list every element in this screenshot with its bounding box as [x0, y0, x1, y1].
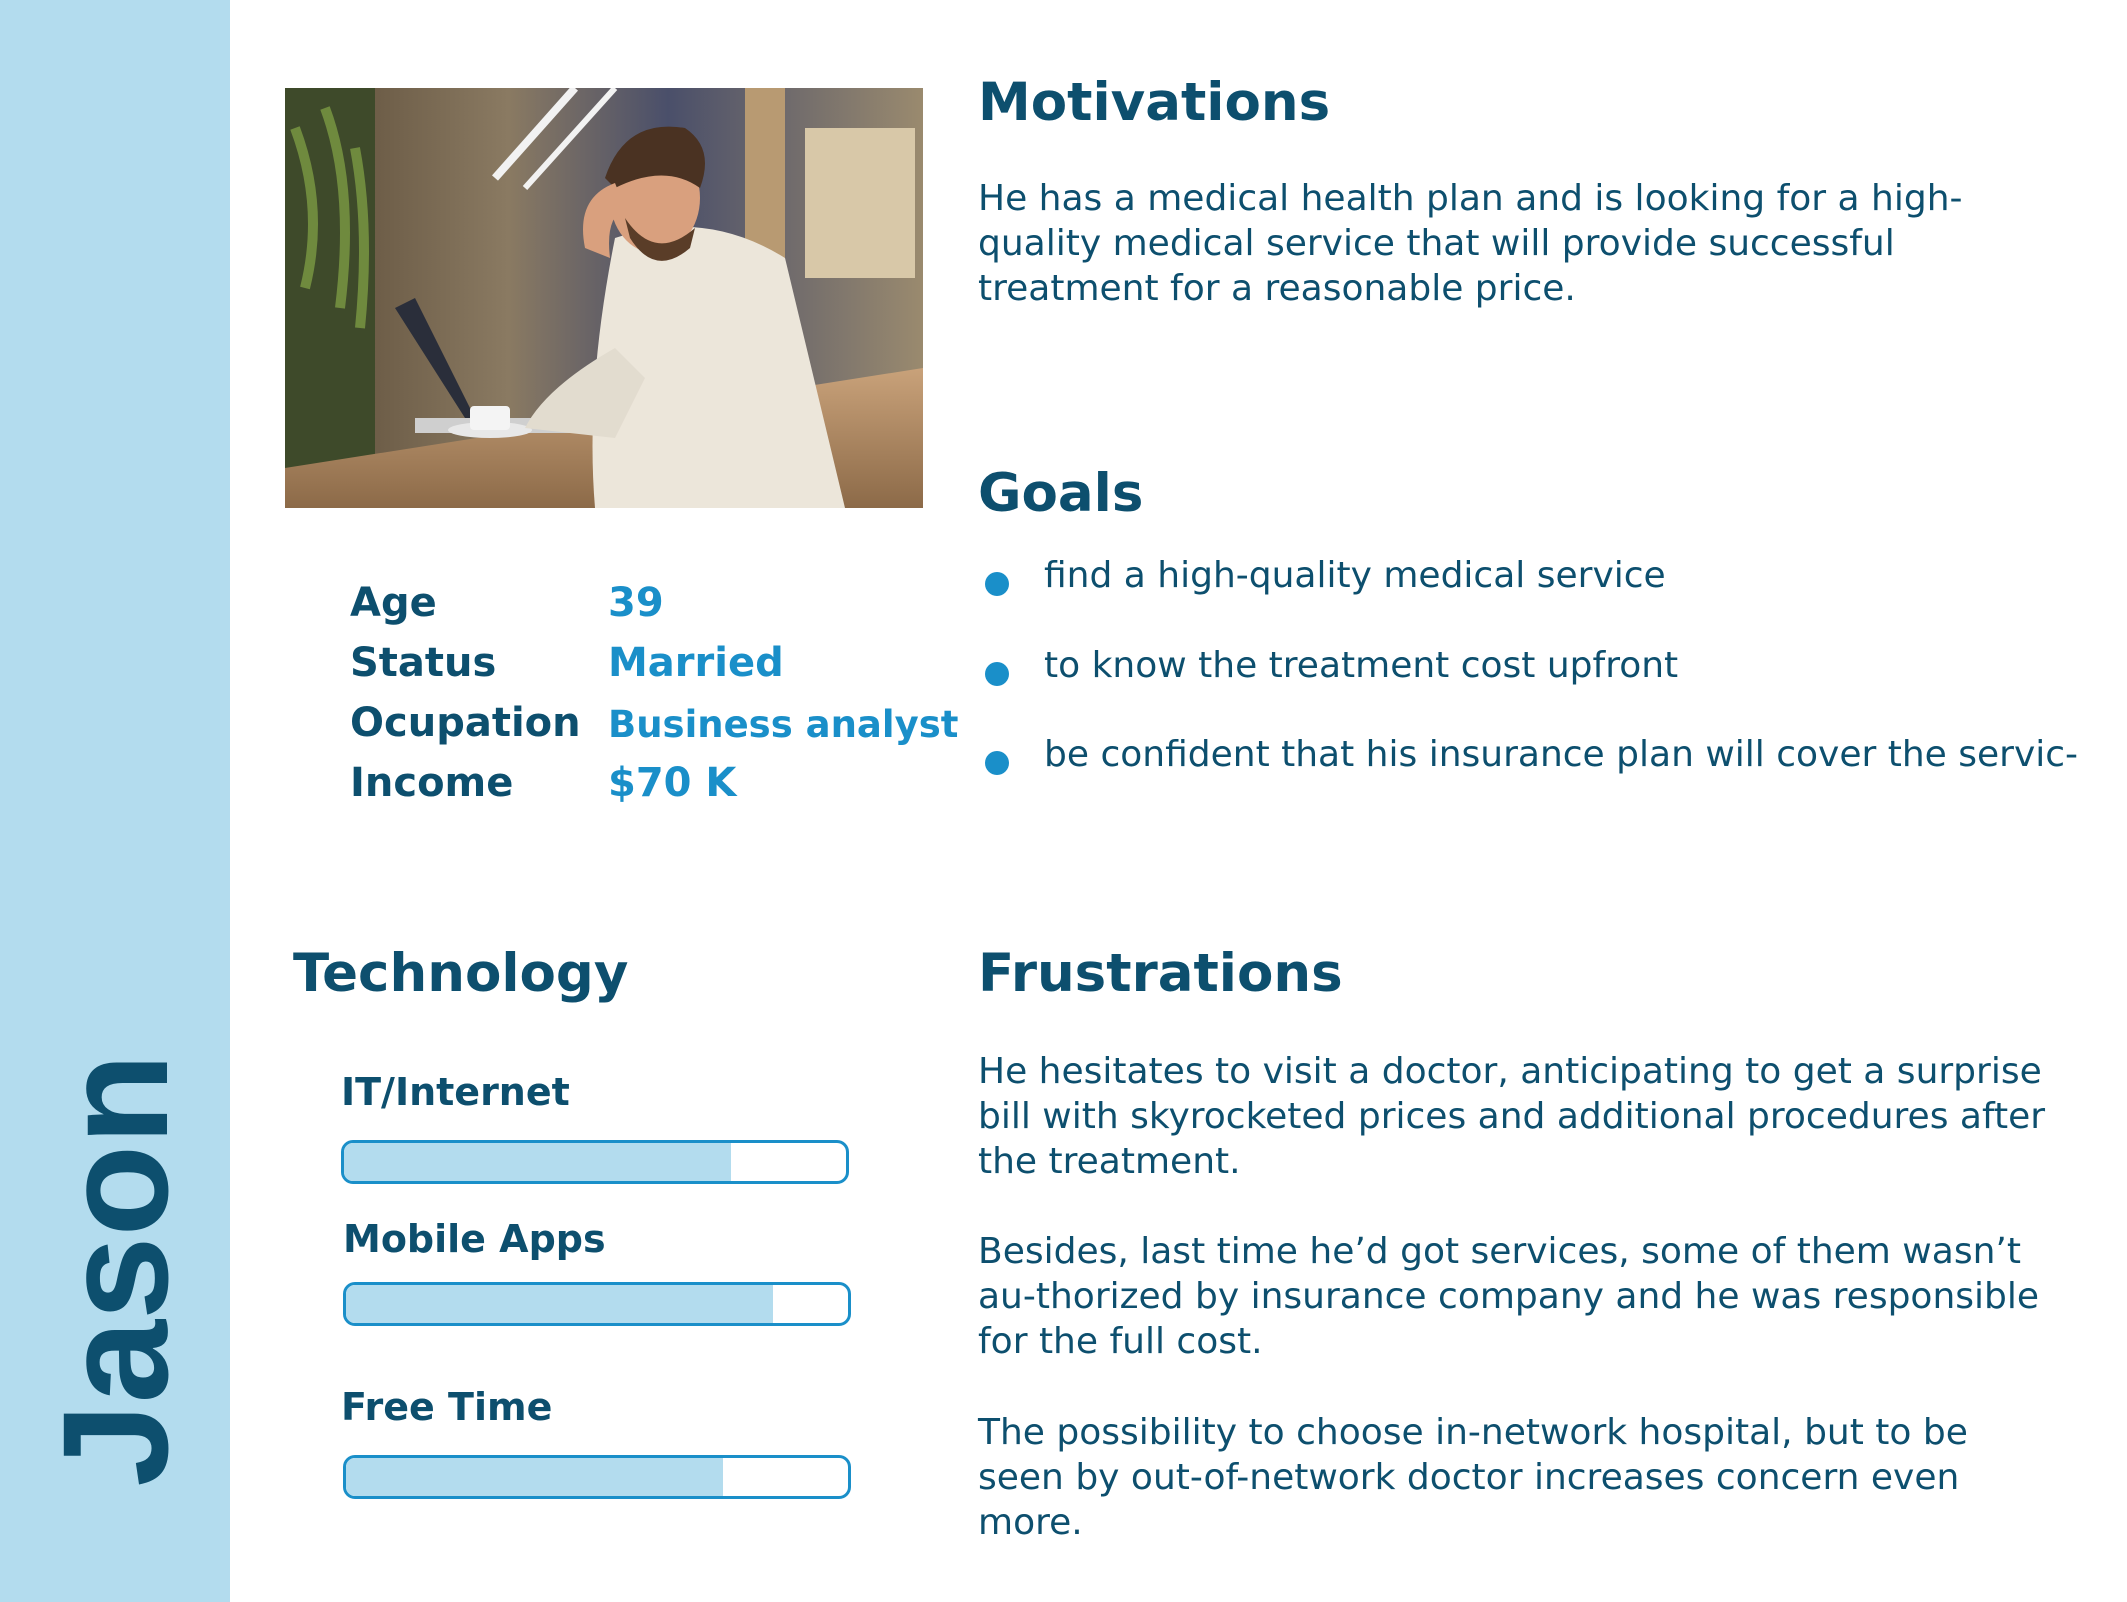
motivations-text: He has a medical health plan and is look… — [978, 178, 1963, 309]
fact-income: Income $70 K — [350, 760, 950, 820]
persona-name: Jason — [31, 1053, 199, 1487]
frustrations-title: Frustrations — [978, 943, 1343, 1004]
fact-value: 39 — [608, 580, 664, 626]
persona-photo — [285, 88, 923, 508]
goal-text: be confident that his insurance plan wil… — [1044, 734, 2079, 775]
skill-label: Free Time — [341, 1385, 553, 1429]
goals-title: Goals — [978, 463, 1144, 524]
fact-age: Age 39 — [350, 580, 950, 640]
bullet-icon — [985, 662, 1009, 686]
fact-label: Status — [350, 640, 497, 686]
skill-bar-fill — [346, 1285, 773, 1323]
persona-photo-illustration — [285, 88, 923, 508]
skill-label: Mobile Apps — [343, 1217, 606, 1261]
skill-bar-mobile-apps — [343, 1282, 851, 1326]
motivations-title: Motivations — [978, 72, 1331, 133]
fact-status: Status Married — [350, 640, 950, 700]
fact-value: $70 K — [608, 760, 737, 806]
technology-title: Technology — [293, 943, 629, 1004]
fact-occupation: Ocupation Business analyst — [350, 700, 958, 760]
skill-bar-fill — [344, 1143, 731, 1181]
fact-value: Business analyst — [608, 703, 959, 746]
skill-bar-free-time — [343, 1455, 851, 1499]
fact-label: Age — [350, 580, 437, 626]
fact-value: Married — [608, 640, 784, 686]
frustrations-paragraph: The possibility to choose in-network hos… — [978, 1412, 1968, 1543]
goal-text: to know the treatment cost upfront — [1044, 645, 1679, 686]
sidebar: Jason — [0, 0, 230, 1602]
frustrations-paragraph: He hesitates to visit a doctor, anticipa… — [978, 1051, 2046, 1182]
goal-text: find a high-quality medical service — [1044, 555, 1666, 596]
skill-bar-fill — [346, 1458, 723, 1496]
fact-label: Ocupation — [350, 700, 581, 746]
fact-label: Income — [350, 760, 514, 806]
persona-facts: Age 39 Status Married Ocupation Business… — [350, 580, 958, 820]
skill-label: IT/Internet — [341, 1070, 570, 1114]
bullet-icon — [985, 572, 1009, 596]
skill-bar-it-internet — [341, 1140, 849, 1184]
frustrations-paragraph: Besides, last time he’d got services, so… — [978, 1231, 2040, 1362]
bullet-icon — [985, 751, 1009, 775]
